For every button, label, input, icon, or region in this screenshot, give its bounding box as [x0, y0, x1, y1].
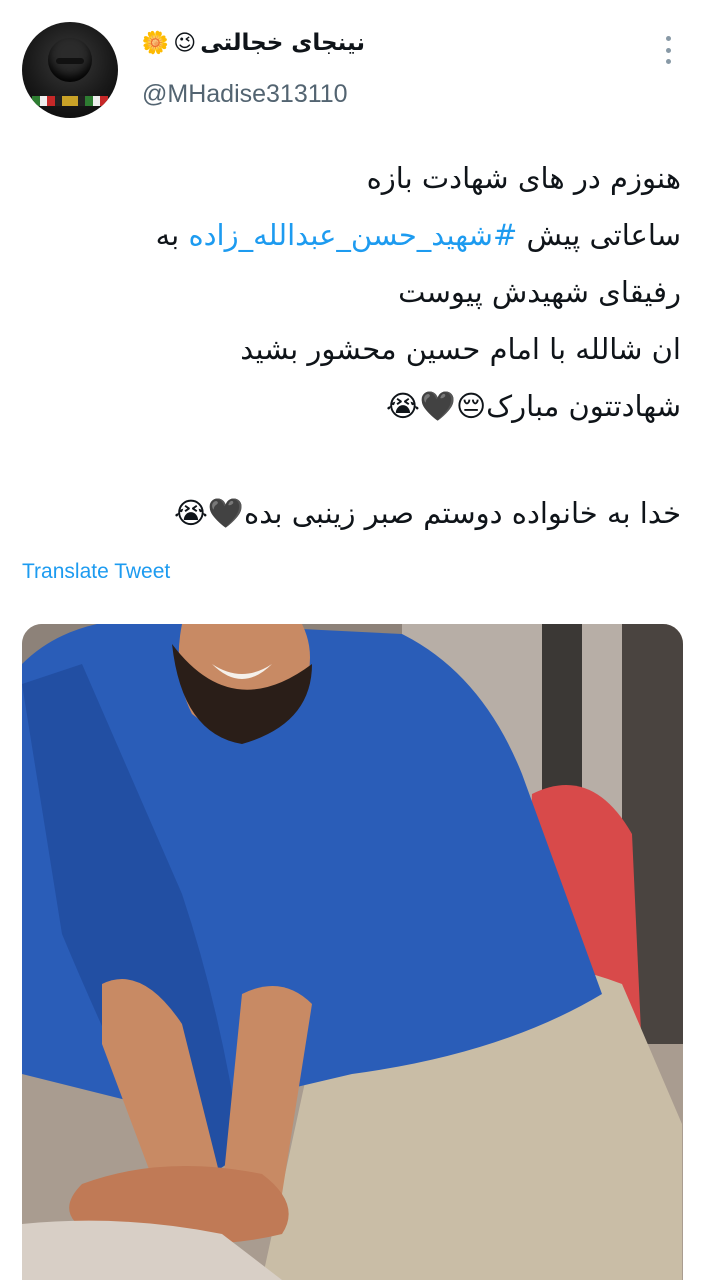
tweet-line: شهادتتون مبارک😔🖤😭	[385, 389, 681, 423]
author-display-name[interactable]: نینجای خجالتی 😉 🌼	[142, 30, 365, 56]
photo-image	[22, 624, 683, 1280]
author-handle[interactable]: @MHadise313110	[142, 80, 348, 109]
hashtag-link[interactable]: #شهید_حسن_عبدالله_زاده	[188, 218, 517, 252]
display-name-text: نینجای خجالتی	[200, 30, 365, 56]
flag-banner	[32, 96, 108, 106]
tweet-photo[interactable]	[22, 624, 683, 1280]
tweet-text: هنوزم در های شهادت بازه ساعاتی پیش #شهید…	[21, 150, 681, 542]
wink-emoji: 😉	[173, 30, 197, 56]
tweet-line: خدا به خانواده دوستم صبر زینبی بده🖤😭	[174, 496, 681, 530]
tweet-line: ان شالله با امام حسین محشور بشید	[240, 332, 681, 366]
author-avatar[interactable]	[22, 22, 118, 118]
more-vertical-icon[interactable]	[660, 36, 676, 64]
tweet-line: هنوزم در های شهادت بازه	[366, 161, 681, 195]
translate-tweet-link[interactable]: Translate Tweet	[22, 560, 170, 584]
tweet-line-with-hashtag: ساعاتی پیش #شهید_حسن_عبدالله_زاده به	[155, 218, 681, 252]
tweet-line: رفیقای شهیدش پیوست	[398, 275, 681, 309]
flower-emoji: 🌼	[141, 30, 170, 56]
